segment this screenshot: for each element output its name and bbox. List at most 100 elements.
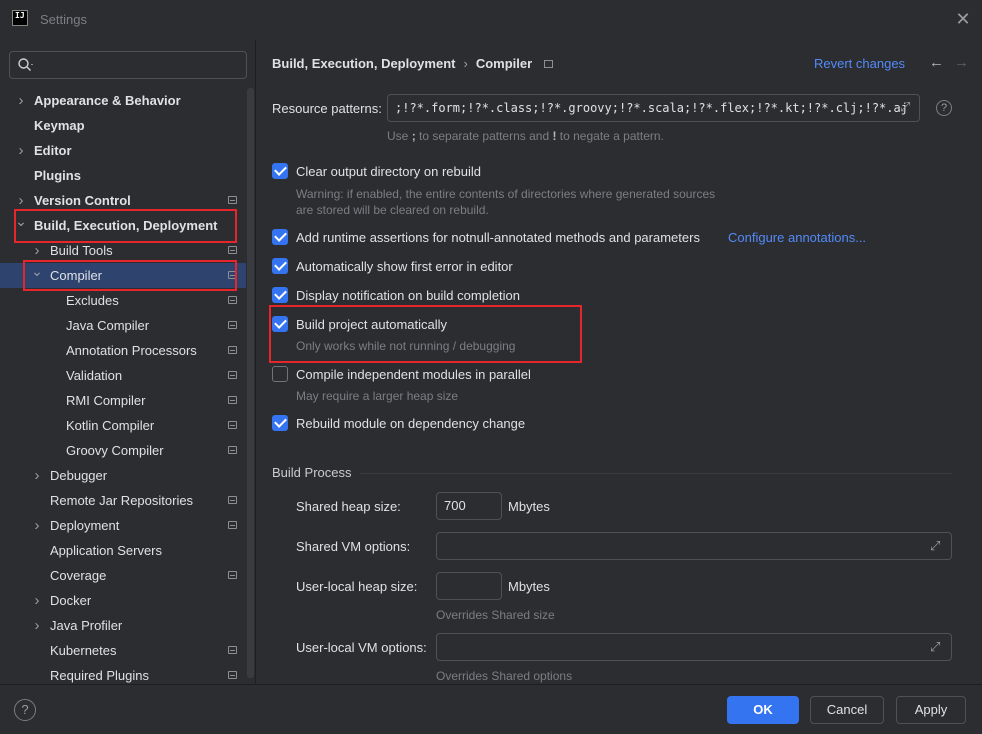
parallel-compile-hint: May require a larger heap size — [296, 389, 459, 403]
expand-icon[interactable]: ⤢ — [900, 99, 910, 115]
build-automatically-checkbox[interactable] — [272, 316, 288, 332]
sidebar-item-validation[interactable]: Validation — [0, 363, 246, 388]
sidebar-item-application-servers[interactable]: Application Servers — [0, 538, 246, 563]
sidebar-item-compiler[interactable]: ⌄ Compiler — [0, 263, 246, 288]
sidebar-item-excludes[interactable]: Excludes — [0, 288, 246, 313]
sidebar-item-coverage[interactable]: Coverage — [0, 563, 246, 588]
compiler-settings-panel: Build, Execution, Deployment › Compiler Re… — [257, 40, 982, 684]
clear-output-checkbox[interactable] — [272, 163, 288, 179]
project-scope-icon — [228, 246, 237, 254]
notify-build-label[interactable]: Display notification on build completion — [296, 288, 520, 303]
project-scope-icon — [228, 396, 237, 404]
chevron-right-icon[interactable]: › — [31, 513, 43, 538]
user-vm-hint: Overrides Shared options — [436, 669, 573, 683]
user-vm-label: User-local VM options: — [296, 640, 427, 655]
chevron-right-icon[interactable]: › — [31, 463, 43, 488]
breadcrumb-current: Compiler — [475, 56, 533, 71]
sidebar-item-label: Remote Jar Repositories — [50, 493, 194, 508]
back-arrow-icon[interactable]: ← — [929, 54, 944, 71]
clear-output-hint-1: Warning: if enabled, the entire contents… — [296, 187, 716, 201]
sidebar-item-docker[interactable]: › Docker — [0, 588, 246, 613]
sidebar-item-version-control[interactable]: › Version Control — [0, 188, 246, 213]
sidebar-item-groovy-compiler[interactable]: Groovy Compiler — [0, 438, 246, 463]
sidebar-item-label: Compiler — [50, 268, 103, 283]
shared-vm-expand-icon[interactable]: ⤢ — [930, 538, 940, 554]
sidebar-item-rmi-compiler[interactable]: RMI Compiler — [0, 388, 246, 413]
sidebar-item-label: Application Servers — [50, 543, 162, 558]
user-heap-label: User-local heap size: — [296, 579, 418, 594]
sidebar-item-build-execution-deployment[interactable]: ⌄ Build, Execution, Deployment — [0, 213, 246, 238]
sidebar-item-keymap[interactable]: Keymap — [0, 113, 246, 138]
notify-build-checkbox[interactable] — [272, 287, 288, 303]
project-scope-icon — [228, 646, 237, 654]
chevron-right-icon[interactable]: › — [31, 613, 43, 638]
user-heap-input[interactable] — [436, 572, 502, 600]
parallel-compile-checkbox[interactable] — [272, 366, 288, 382]
user-vm-expand-icon[interactable]: ⤢ — [930, 639, 940, 655]
breadcrumb-parent[interactable]: Build, Execution, Deployment — [272, 56, 455, 71]
cancel-button[interactable]: Cancel — [810, 696, 884, 724]
chevron-down-icon[interactable]: ⌄ — [15, 209, 27, 234]
user-heap-unit: Mbytes — [508, 579, 550, 594]
runtime-assertions-label[interactable]: Add runtime assertions for notnull-annot… — [296, 230, 700, 245]
project-scope-icon — [228, 421, 237, 429]
sidebar-item-kotlin-compiler[interactable]: Kotlin Compiler — [0, 413, 246, 438]
project-scope-icon — [228, 571, 237, 579]
build-automatically-label[interactable]: Build project automatically — [296, 317, 447, 332]
clear-output-label[interactable]: Clear output directory on rebuild — [296, 164, 481, 179]
sidebar-item-label: Coverage — [50, 568, 107, 583]
forward-arrow-icon[interactable]: → — [954, 54, 969, 71]
ok-button[interactable]: OK — [727, 696, 799, 724]
sidebar-item-appearance-behavior[interactable]: › Appearance & Behavior — [0, 88, 246, 113]
search-box[interactable] — [9, 51, 247, 79]
settings-sidebar: › Appearance & Behavior Keymap › Editor Plugi… — [0, 40, 256, 684]
sidebar-item-label: Debugger — [50, 468, 108, 483]
window-title: Settings — [40, 12, 87, 27]
sidebar-item-kubernetes[interactable]: Kubernetes — [0, 638, 246, 663]
sidebar-item-debugger[interactable]: › Debugger — [0, 463, 246, 488]
parallel-compile-label[interactable]: Compile independent modules in parallel — [296, 367, 531, 382]
sidebar-item-plugins[interactable]: Plugins — [0, 163, 246, 188]
shared-vm-input[interactable] — [436, 532, 952, 560]
sidebar-item-label: Appearance & Behavior — [34, 93, 181, 108]
clear-output-hint-2: are stored will be cleared on rebuild. — [296, 203, 489, 217]
sidebar-scrollbar[interactable] — [247, 88, 254, 678]
configure-annotations-link[interactable]: Configure annotations... — [728, 230, 866, 245]
project-scope-icon — [228, 196, 237, 204]
search-input[interactable] — [38, 55, 238, 75]
resource-patterns-label: Resource patterns: — [272, 101, 382, 116]
sidebar-item-label: Kubernetes — [50, 643, 117, 658]
project-scope-icon — [228, 521, 237, 529]
sidebar-item-label: Build, Execution, Deployment — [34, 218, 218, 233]
help-icon[interactable]: ? — [936, 100, 952, 116]
runtime-assertions-checkbox[interactable] — [272, 229, 288, 245]
sidebar-item-label: Kotlin Compiler — [66, 418, 155, 433]
revert-changes-link[interactable]: Revert changes — [814, 56, 905, 71]
help-button-icon[interactable]: ? — [14, 699, 36, 721]
show-first-error-label[interactable]: Automatically show first error in editor — [296, 259, 513, 274]
sidebar-item-annotation-processors[interactable]: Annotation Processors — [0, 338, 246, 363]
chevron-right-icon[interactable]: › — [15, 138, 27, 163]
chevron-right-icon[interactable]: › — [31, 588, 43, 613]
search-icon — [17, 57, 35, 73]
close-icon[interactable]: ✕ — [954, 10, 972, 28]
user-vm-input[interactable] — [436, 633, 952, 661]
sidebar-item-remote-jar-repositories[interactable]: Remote Jar Repositories — [0, 488, 246, 513]
sidebar-item-editor[interactable]: › Editor — [0, 138, 246, 163]
sidebar-item-java-profiler[interactable]: › Java Profiler — [0, 613, 246, 638]
rebuild-on-dependency-label[interactable]: Rebuild module on dependency change — [296, 416, 525, 431]
title-bar: IJ Settings ✕ — [0, 0, 982, 40]
apply-button[interactable]: Apply — [896, 696, 966, 724]
shared-heap-input[interactable]: 700 — [436, 492, 502, 520]
chevron-down-icon[interactable]: ⌄ — [31, 259, 43, 284]
sidebar-item-java-compiler[interactable]: Java Compiler — [0, 313, 246, 338]
sidebar-item-label: RMI Compiler — [66, 393, 146, 408]
build-automatically-hint: Only works while not running / debugging — [296, 339, 516, 353]
sidebar-item-label: Java Compiler — [66, 318, 150, 333]
sidebar-item-deployment[interactable]: › Deployment — [0, 513, 246, 538]
project-scope-icon — [228, 496, 237, 504]
show-first-error-checkbox[interactable] — [272, 258, 288, 274]
chevron-right-icon[interactable]: › — [15, 88, 27, 113]
resource-patterns-field[interactable]: ;!?*.form;!?*.class;!?*.groovy;!?*.scala… — [387, 94, 920, 122]
rebuild-on-dependency-checkbox[interactable] — [272, 415, 288, 431]
